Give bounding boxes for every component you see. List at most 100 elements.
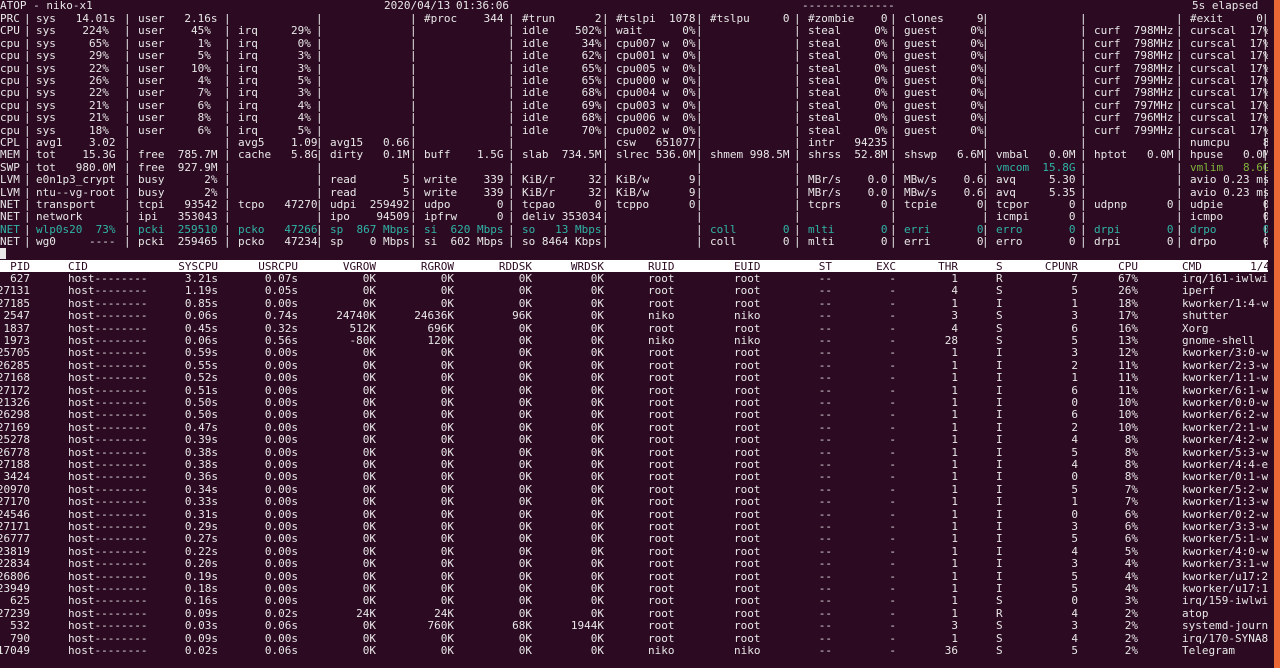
system-row-cpu: cpu | | | | | | | | | | | | | | sys 29% user 5% irq 3% idl…	[0, 49, 1270, 63]
process-cell: 0K	[518, 532, 532, 546]
column-separator: |	[124, 123, 131, 137]
process-row[interactable]: 27185 host-------- 0.85s 0.00s 0K 0K 0K 0K root r…	[0, 296, 1275, 310]
process-cell: 0K	[590, 284, 604, 298]
process-cell: S	[996, 321, 1003, 335]
process-cell: 0K	[440, 458, 454, 471]
process-cell: 0.00s	[264, 458, 298, 471]
process-cell: 0.00s	[264, 420, 298, 434]
process-row[interactable]: 27169 host-------- 0.47s 0.00s 0K 0K 0K 0K root r…	[0, 420, 1275, 434]
process-row[interactable]: 3424 host-------- 0.36s 0.00s 0K 0K 0K 0K root ro…	[0, 470, 1275, 484]
process-row[interactable]: 22834 host-------- 0.20s 0.00s 0K 0K 0K 0K root r…	[0, 557, 1275, 571]
process-cell: 27169	[0, 420, 30, 434]
stat-cell: tot 980.0M	[36, 160, 116, 174]
row-label: cpu	[0, 111, 20, 125]
stat-cell: shmem 998.5M	[710, 148, 790, 162]
process-cell: 8%	[1124, 433, 1138, 447]
column-separator: |	[1080, 74, 1087, 87]
command-line[interactable]	[0, 248, 1268, 260]
process-cell: 0K	[440, 284, 454, 298]
process-cell: root	[734, 520, 761, 533]
process-row[interactable]: 26806 host-------- 0.19s 0.00s 0K 0K 0K 0K root r…	[0, 570, 1275, 583]
stat-cell: curscal 17%	[1190, 61, 1270, 75]
process-row[interactable]: 23819 host-------- 0.22s 0.00s 0K 0K 0K 0K root r…	[0, 544, 1275, 558]
column-separator: |	[890, 49, 897, 63]
process-cell: 0K	[590, 334, 604, 347]
process-row[interactable]: 532 host-------- 0.03s 0.06s 0K 760K 68K 1944K r…	[0, 620, 1275, 632]
column-separator: |	[24, 98, 31, 112]
process-cell: host--------	[68, 346, 148, 360]
process-cell: --	[818, 445, 832, 459]
process-cell: 3	[1071, 346, 1078, 360]
process-cell: root	[648, 445, 675, 459]
process-row[interactable]: 24546 host-------- 0.31s 0.00s 0K 0K 0K 0K root r…	[0, 507, 1275, 521]
process-cell: 0K	[362, 433, 376, 447]
process-cell: 0K	[362, 507, 376, 521]
process-row[interactable]: 625 host-------- 0.16s 0.00s 0K 0K 0K 0K root roo…	[0, 595, 1275, 607]
stat-cell: busy 2%	[138, 185, 218, 199]
process-row[interactable]: 21326 host-------- 0.50s 0.00s 0K 0K 0K 0K root r…	[0, 396, 1275, 409]
terminal-window[interactable]: ATOP - niko-x1 2020/04/13 01:36:06 -----…	[0, 0, 1275, 668]
process-cell: 27185	[0, 296, 30, 310]
process-cell: -	[889, 371, 896, 385]
stat-cell: irq 0%	[238, 36, 311, 50]
process-row[interactable]: 26285 host-------- 0.55s 0.00s 0K 0K 0K 0K root r…	[0, 359, 1275, 372]
process-row[interactable]: 27172 host-------- 0.51s 0.00s 0K 0K 0K 0K root r…	[0, 383, 1275, 397]
process-cell: I	[996, 507, 1003, 521]
process-row[interactable]: 27239 host-------- 0.09s 0.02s 24K 24K 0K 0K roo…	[0, 607, 1268, 620]
system-row-cpu: cpu | | | | | | | | | | | | | | sys 65% user 1% irq 0% idl…	[0, 36, 1270, 50]
process-cell: 18%	[1118, 296, 1138, 310]
process-cell: 0	[1071, 470, 1078, 484]
stat-cell: shrss 52.8M	[808, 148, 888, 162]
process-row[interactable]: 26777 host-------- 0.27s 0.00s 0K 0K 0K 0K root r…	[0, 532, 1275, 546]
process-cell: root	[734, 470, 761, 484]
process-row[interactable]: 27170 host-------- 0.33s 0.00s 0K 0K 0K 0K root r…	[0, 496, 1275, 508]
column-separator: |	[696, 210, 703, 224]
process-cell: 0.50s	[184, 396, 218, 409]
column-separator: |	[508, 36, 515, 50]
process-cell: 0.06s	[264, 644, 298, 657]
process-row[interactable]: 25705 host-------- 0.59s 0.00s 0K 0K 0K 0K root r…	[0, 346, 1275, 360]
stat-cell: curscal 17%	[1190, 49, 1270, 63]
column-separator: |	[696, 49, 703, 63]
atop-title: ATOP - niko-x1	[0, 0, 93, 12]
column-separator: |	[224, 235, 231, 249]
process-cell: 0K	[362, 544, 376, 558]
stat-cell: KiB/r 32	[522, 173, 602, 187]
process-row[interactable]: 27168 host-------- 0.52s 0.00s 0K 0K 0K 0K root r…	[0, 371, 1275, 385]
process-cell: 0K	[590, 482, 604, 496]
column-separator: |	[1080, 198, 1087, 211]
system-row-swp: SWP | | | | | | | | | | | | | | tot 980.0M free 927.9M vm…	[0, 160, 1269, 174]
process-cell: 27188	[0, 458, 30, 471]
stat-cell: deliv 353034	[522, 210, 602, 224]
process-cell: 1	[951, 557, 958, 571]
process-row[interactable]: 1973 host-------- 0.06s 0.56s -80K 120K 0K 0K ni…	[0, 335, 1268, 347]
process-row[interactable]: 25278 host-------- 0.39s 0.00s 0K 0K 0K 0K root r…	[0, 433, 1275, 447]
process-row[interactable]: 20970 host-------- 0.34s 0.00s 0K 0K 0K 0K root r…	[0, 482, 1275, 496]
stat-cell: cpu000 w 0%	[616, 74, 696, 87]
process-cell: 0.00s	[264, 631, 298, 645]
process-row[interactable]: 627 host-------- 3.21s 0.07s 0K 0K 0K 0K root roo…	[0, 273, 1275, 285]
process-row[interactable]: 26298 host-------- 0.50s 0.00s 0K 0K 0K 0K root r…	[0, 409, 1275, 421]
process-cell: --	[818, 334, 832, 347]
process-cell: -	[889, 383, 896, 397]
process-cell: 0K	[590, 309, 604, 323]
process-cell: -	[889, 507, 896, 521]
stat-cell: irq 4%	[238, 111, 311, 125]
process-row[interactable]: 27131 host-------- 1.19s 0.05s 0K 0K 0K 0K root r…	[0, 285, 1268, 297]
process-row[interactable]: 26778 host-------- 0.38s 0.00s 0K 0K 0K 0K root r…	[0, 445, 1275, 459]
process-row[interactable]: 790 host-------- 0.09s 0.00s 0K 0K 0K 0K root roo…	[0, 631, 1275, 645]
process-cell: kworker/u17:2-	[1182, 569, 1275, 583]
process-row[interactable]: 1837 host-------- 0.45s 0.32s 512K 696K 0K 0K ro…	[0, 321, 1268, 335]
process-row[interactable]: 17049 host-------- 0.02s 0.06s 0K 0K 0K 0K niko n…	[0, 645, 1268, 657]
column-separator: |	[696, 24, 703, 38]
stat-cell: MBr/s 0.0	[808, 185, 888, 199]
column-separator: |	[602, 148, 609, 162]
process-row[interactable]: 27171 host-------- 0.29s 0.00s 0K 0K 0K 0K root r…	[0, 520, 1275, 533]
process-row[interactable]: 2547 host-------- 0.06s 0.74s 24740K 24636K 96…	[0, 310, 1268, 322]
process-row[interactable]: 27188 host-------- 0.38s 0.00s 0K 0K 0K 0K root r…	[0, 458, 1275, 471]
process-cell: --	[818, 458, 832, 471]
stat-cell: curscal 17%	[1190, 36, 1270, 50]
stat-cell: guest 0%	[904, 123, 984, 137]
process-cell: root	[734, 383, 761, 397]
process-row[interactable]: 23949 host-------- 0.18s 0.00s 0K 0K 0K 0K root r…	[0, 583, 1275, 595]
